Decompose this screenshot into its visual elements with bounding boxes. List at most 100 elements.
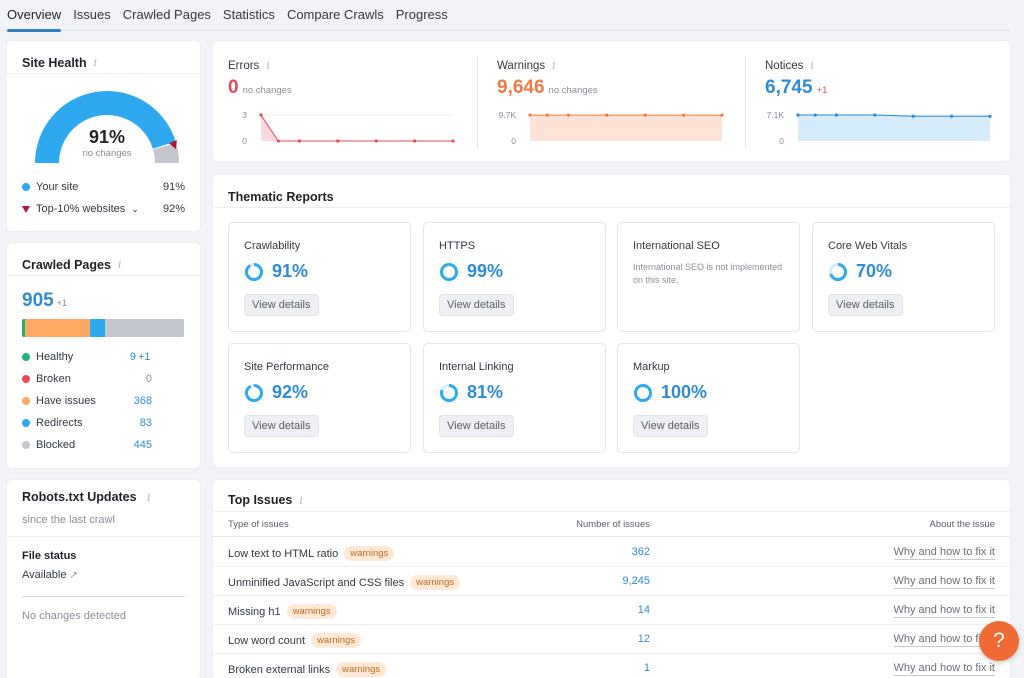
redirects-dot-icon (22, 419, 30, 427)
crawled-total[interactable]: 905 +1 (22, 290, 67, 312)
issue-type[interactable]: Low text to HTML ratio warnings (228, 546, 395, 561)
row-value[interactable]: 445 (122, 439, 152, 451)
report-title: Markup (633, 361, 670, 373)
tab-issues[interactable]: Issues (73, 0, 111, 31)
robots-title-text: Robots.txt Updates (22, 490, 137, 504)
issue-type[interactable]: Low word count warnings (228, 633, 362, 648)
issue-type[interactable]: Missing h1 warnings (228, 604, 337, 619)
report-tabs: Overview Issues Crawled Pages Statistics… (0, 0, 1010, 32)
thematic-report-card[interactable]: Internal Linking 81% View details (423, 343, 606, 453)
row-label: Healthy (36, 351, 74, 363)
info-icon[interactable]: i (147, 491, 151, 504)
bar-segment-redirects[interactable] (90, 319, 106, 337)
view-details-button[interactable]: View details (828, 294, 903, 316)
chevron-down-icon[interactable]: ⌄ (131, 204, 139, 215)
view-details-button[interactable]: View details (439, 294, 514, 316)
row-value[interactable]: 9 (112, 351, 136, 363)
thematic-report-card[interactable]: Markup 100% View details (617, 343, 800, 453)
metric-warnings[interactable]: Warnings i 9,646 no changes 9.7K 0 (482, 41, 747, 161)
bar-segment-blocked[interactable] (105, 319, 184, 337)
sparkline-point (413, 139, 417, 143)
info-icon[interactable]: i (810, 59, 814, 72)
metric-errors[interactable]: Errors i 0 no changes 30 (213, 41, 478, 161)
metric-change: no changes (548, 85, 598, 96)
y-tick-bottom: 0 (511, 136, 516, 146)
metrics-card: Errors i 0 no changes 30 Warnings i 9,646 no… (213, 41, 1010, 161)
issue-count[interactable]: 9,245 (622, 575, 650, 587)
issue-count[interactable]: 12 (638, 633, 650, 645)
sparkline-point (276, 139, 280, 143)
row-value: 0 (145, 373, 152, 385)
progress-ring-icon (440, 383, 458, 402)
sparkline-point (528, 113, 532, 117)
y-tick-bottom: 0 (242, 136, 247, 146)
report-title: Core Web Vitals (828, 240, 908, 252)
warnings-sparkline: 9.7K 0 (499, 110, 724, 146)
sparkline-point (873, 113, 877, 117)
tab-crawled-pages[interactable]: Crawled Pages (123, 0, 211, 31)
report-percent: 92% (272, 382, 309, 402)
robots-subtitle: since the last crawl (22, 514, 115, 526)
issue-count[interactable]: 14 (638, 604, 650, 616)
sparkline-area (798, 114, 990, 141)
row-delta: +1 (138, 351, 151, 363)
metric-notices[interactable]: Notices i 6,745 +1 7.1K 0 (750, 41, 1010, 161)
why-fix-link[interactable]: Why and how to fix it (893, 575, 995, 589)
thematic-report-card[interactable]: Site Performance 92% View details (228, 343, 411, 453)
issue-count[interactable]: 362 (632, 546, 650, 558)
y-tick-top: 9.7K (499, 110, 517, 120)
view-details-button[interactable]: View details (244, 294, 319, 316)
view-details-button[interactable]: View details (633, 415, 708, 437)
y-tick-top: 3 (242, 110, 247, 120)
row-value[interactable]: 368 (122, 395, 152, 407)
file-status-value[interactable]: Available ↗ (22, 569, 78, 581)
issue-row: Unminified JavaScript and CSS files warni… (213, 567, 1010, 596)
thematic-report-card[interactable]: Core Web Vitals 70% View details (812, 222, 995, 332)
your-site-dot-icon (22, 183, 30, 191)
sparkline-point (451, 139, 455, 143)
view-details-button[interactable]: View details (439, 415, 514, 437)
row-value[interactable]: 83 (122, 417, 152, 429)
view-details-button[interactable]: View details (244, 415, 319, 437)
crawled-row-blocked: Blocked 445 (22, 439, 192, 451)
info-icon[interactable]: i (118, 258, 122, 271)
tab-overview[interactable]: Overview (7, 0, 62, 32)
legend-value: 91% (162, 181, 185, 193)
sparkline-point (682, 113, 686, 117)
legend-top10[interactable]: Top-10% websites ⌄ 92% (22, 203, 185, 215)
help-button[interactable]: ? (979, 621, 1019, 661)
info-icon[interactable]: i (299, 494, 303, 507)
issue-count[interactable]: 1 (644, 662, 650, 674)
broken-dot-icon (22, 375, 30, 383)
thematic-report-card[interactable]: International SEO International SEO is no… (617, 222, 800, 332)
crawled-row-have-issues: Have issues 368 (22, 395, 192, 407)
bar-segment-have-issues[interactable] (25, 319, 91, 337)
report-note: International SEO is not implemented on … (633, 262, 783, 285)
ring-progress (634, 383, 652, 402)
info-icon[interactable]: i (94, 56, 98, 69)
info-icon[interactable]: i (552, 59, 556, 72)
why-fix-link[interactable]: Why and how to fix it (893, 546, 995, 560)
sparkline-point (813, 113, 817, 117)
issue-type[interactable]: Unminified JavaScript and CSS files warni… (228, 575, 461, 590)
blocked-dot-icon (22, 441, 30, 449)
report-score: 100% (633, 382, 707, 403)
sparkline-point (834, 113, 838, 117)
issue-type[interactable]: Broken external links warnings (228, 662, 387, 677)
why-fix-link[interactable]: Why and how to fix it (893, 604, 995, 618)
tab-statistics[interactable]: Statistics (223, 0, 275, 31)
sparkline-point (796, 113, 800, 117)
thematic-report-card[interactable]: HTTPS 99% View details (423, 222, 606, 332)
external-link-icon[interactable]: ↗ (69, 570, 77, 581)
legend-label: Your site (36, 181, 79, 193)
why-fix-link[interactable]: Why and how to fix it (893, 662, 995, 676)
info-icon[interactable]: i (266, 59, 270, 72)
report-score: 70% (828, 261, 892, 282)
tab-compare-crawls[interactable]: Compare Crawls (287, 0, 384, 31)
report-score: 81% (439, 382, 503, 403)
crawled-row-redirects: Redirects 83 (22, 417, 192, 429)
tab-progress[interactable]: Progress (396, 0, 448, 31)
thematic-report-card[interactable]: Crawlability 91% View details (228, 222, 411, 332)
issue-row: Broken external links warnings 1 Why and ho… (213, 654, 1010, 678)
report-percent: 81% (467, 382, 504, 402)
